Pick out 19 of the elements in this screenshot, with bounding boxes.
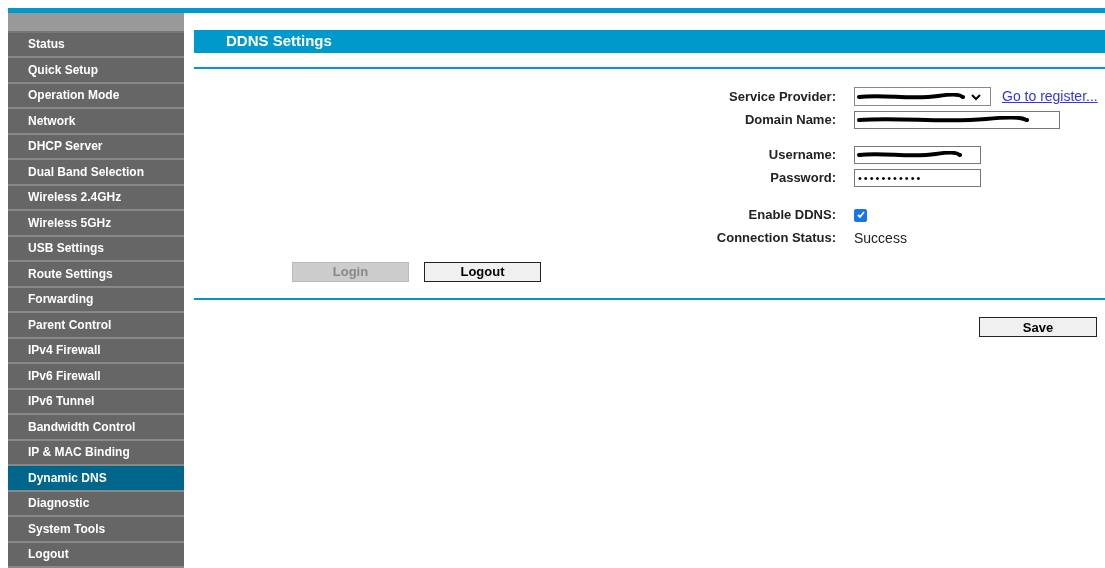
field-label: Enable DDNS: xyxy=(747,206,837,225)
username-field[interactable] xyxy=(854,146,981,164)
domain-field[interactable] xyxy=(854,110,1060,129)
enable-checkbox[interactable] xyxy=(854,208,867,222)
field-label: Connection Status: xyxy=(715,229,837,248)
field-label: Domain Name: xyxy=(743,110,837,129)
check-icon xyxy=(855,210,866,220)
password-field[interactable]: ••••••••••• xyxy=(854,169,981,187)
field-label: Password: xyxy=(769,169,837,188)
sidebar-item[interactable]: Dynamic DNS xyxy=(8,466,184,492)
status-value: Success xyxy=(854,228,907,248)
page-title: DDNS Settings xyxy=(194,29,1105,53)
logout-button[interactable]: Logout xyxy=(424,261,541,282)
provider-dropdown[interactable] xyxy=(854,87,991,106)
field-label: Service Provider: xyxy=(728,87,837,106)
chevron-down-icon xyxy=(971,92,981,101)
field-label: Username: xyxy=(767,146,837,165)
register-link[interactable]: Go to register... xyxy=(1002,86,1098,107)
save-button[interactable]: Save xyxy=(979,316,1097,337)
